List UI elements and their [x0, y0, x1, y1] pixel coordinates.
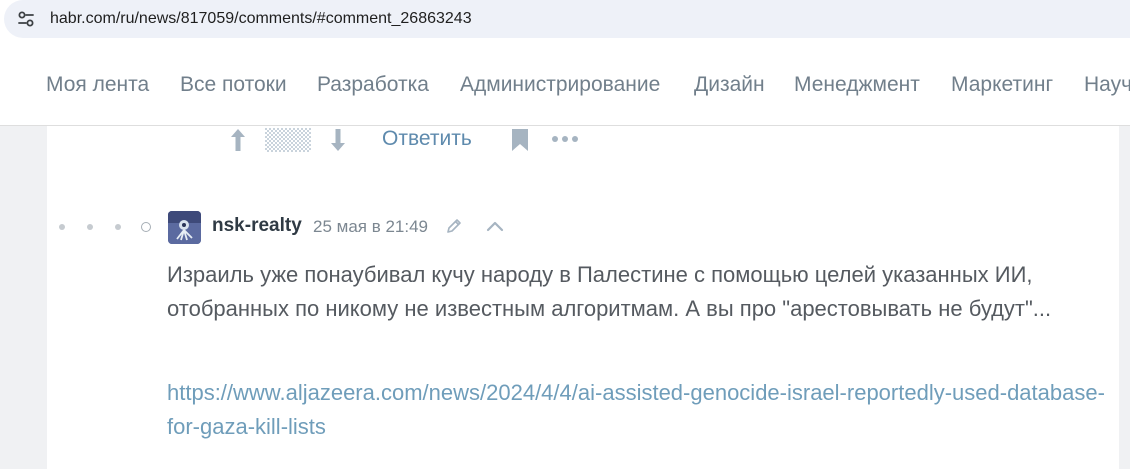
nav-item-all-streams[interactable]: Все потоки [180, 73, 287, 97]
thread-level-dot [59, 224, 65, 230]
nav-item-administration[interactable]: Администрирование [460, 73, 660, 97]
rating-hidden-icon [265, 128, 311, 152]
thread-level-dot [115, 224, 121, 230]
nav-item-design[interactable]: Дизайн [694, 73, 765, 97]
habr-nav-bar: Моя лента Все потоки Разработка Админист… [0, 46, 1130, 126]
nav-item-my-feed[interactable]: Моя лента [46, 73, 149, 97]
nav-item-management[interactable]: Менеджмент [794, 73, 920, 97]
reply-link[interactable]: Ответить [382, 127, 472, 151]
avatar-image [168, 211, 201, 244]
avatar[interactable] [168, 211, 201, 244]
more-icon[interactable] [551, 135, 579, 143]
pencil-icon [447, 219, 461, 233]
arrow-down-icon[interactable] [329, 127, 347, 153]
arrow-up-icon[interactable] [229, 127, 247, 153]
thread-current-marker [141, 222, 151, 232]
chevron-up-icon[interactable] [486, 220, 504, 232]
comment-link[interactable]: https://www.aljazeera.com/news/2024/4/4/… [167, 376, 1107, 444]
thread-level-dot [87, 224, 93, 230]
tune-icon[interactable] [16, 9, 36, 29]
browser-address-bar: habr.com/ru/news/817059/comments/#commen… [0, 0, 1130, 46]
nav-item-marketing[interactable]: Маркетинг [951, 73, 1053, 97]
bookmark-icon[interactable] [511, 128, 529, 152]
url-text: habr.com/ru/news/817059/comments/#commen… [50, 10, 472, 27]
comment-text: Израиль уже понаубивал кучу народу в Пал… [167, 262, 1052, 321]
comment-author[interactable]: nsk-realty [212, 215, 302, 237]
url-field[interactable]: habr.com/ru/news/817059/comments/#commen… [4, 0, 1130, 38]
comment-date[interactable]: 25 мая в 21:49 [313, 217, 428, 237]
nav-item-science[interactable]: Науч [1084, 73, 1130, 97]
nav-item-development[interactable]: Разработка [317, 73, 429, 97]
